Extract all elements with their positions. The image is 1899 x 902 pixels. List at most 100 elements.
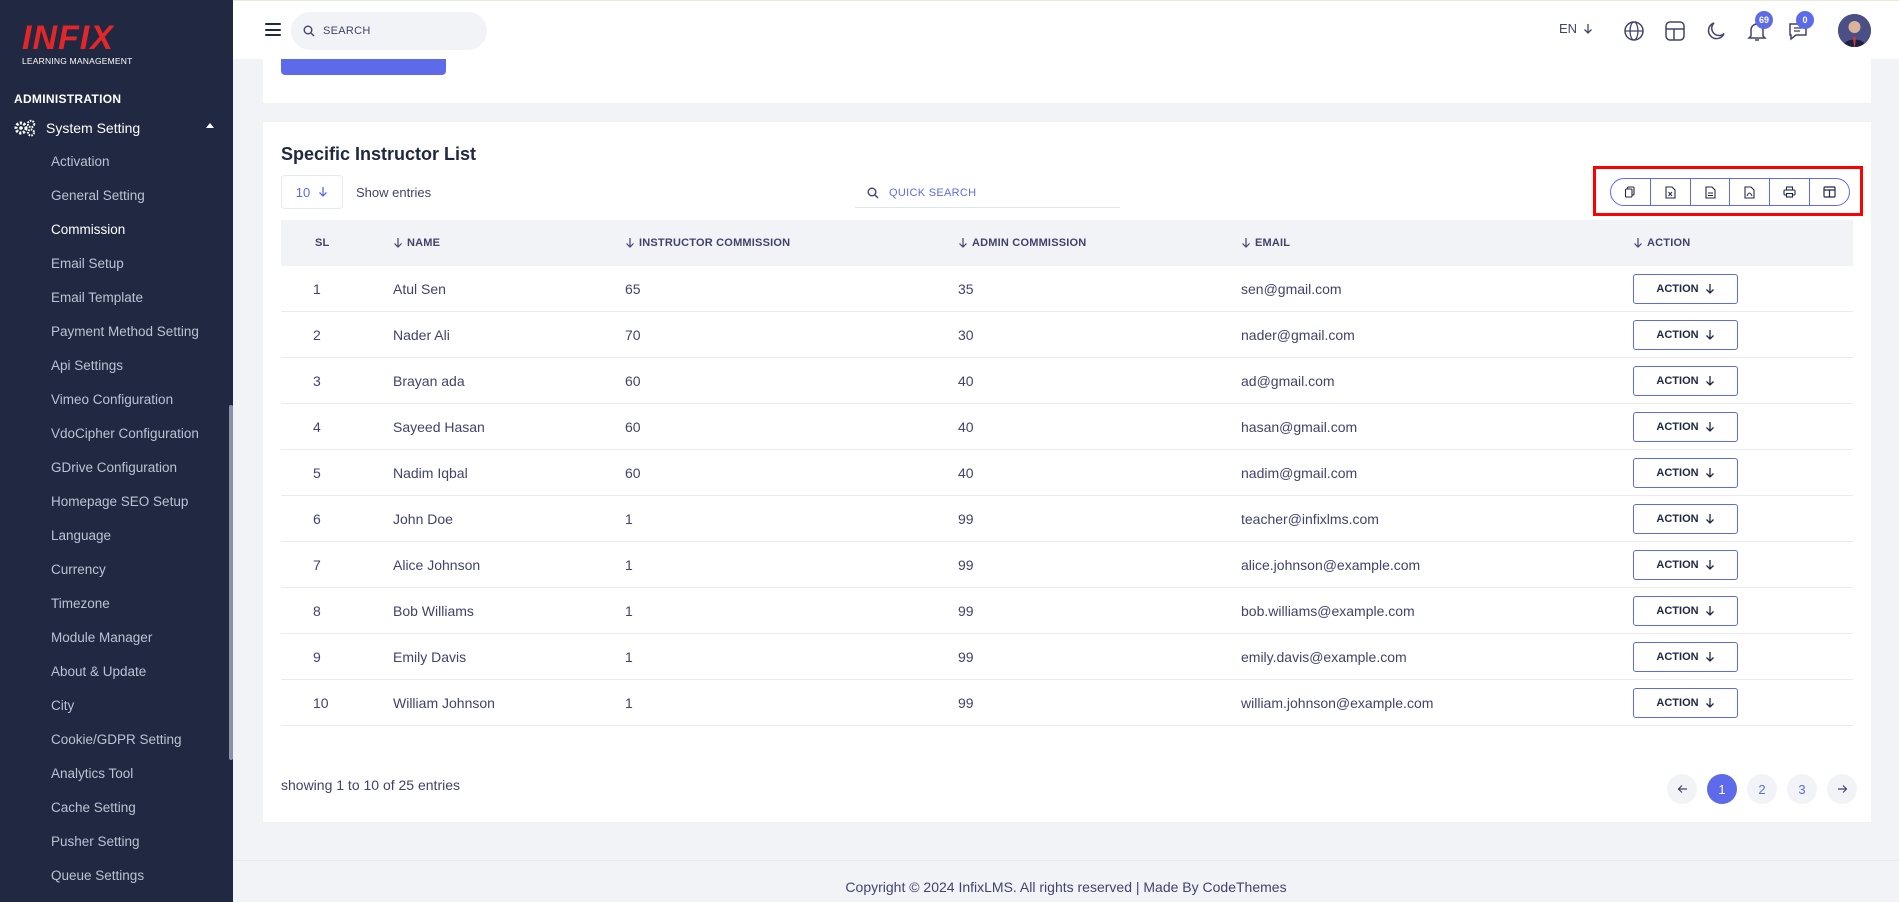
sidebar-item-language[interactable]: Language: [51, 524, 231, 558]
entries-label: Show entries: [356, 184, 432, 200]
sidebar-item-about-update[interactable]: About & Update: [51, 660, 231, 694]
row-action-label: ACTION: [1656, 696, 1699, 709]
sidebar-item-cookie-gdpr[interactable]: Cookie/GDPR Setting: [51, 728, 231, 762]
pagination: 1 2 3: [1667, 774, 1857, 804]
row-action-button[interactable]: ACTION: [1633, 365, 1738, 396]
arrow-down-icon: [1705, 329, 1714, 340]
menu-toggle-icon[interactable]: [265, 23, 281, 36]
col-action[interactable]: ACTION: [1633, 237, 1853, 249]
cell-sl: 1: [313, 280, 321, 297]
sidebar-item-activation[interactable]: Activation: [51, 150, 231, 184]
col-email[interactable]: EMAIL: [1241, 237, 1633, 249]
next-page-button[interactable]: [1827, 774, 1857, 804]
sidebar-item-homepage-seo[interactable]: Homepage SEO Setup: [51, 490, 231, 524]
cell-sl: 7: [313, 556, 321, 573]
sidebar-item-email-template[interactable]: Email Template: [51, 286, 231, 320]
print-button[interactable]: [1770, 179, 1811, 205]
sidebar-scrollbar[interactable]: [229, 405, 233, 760]
sidebar-item-api-settings[interactable]: Api Settings: [51, 354, 231, 388]
sidebar-item-email-setup[interactable]: Email Setup: [51, 252, 231, 286]
quick-search-input[interactable]: QUICK SEARCH: [855, 178, 1120, 208]
row-action-button[interactable]: ACTION: [1633, 549, 1738, 580]
app-logo[interactable]: INFIX LEARNING MANAGEMENT: [22, 20, 142, 70]
prev-page-button[interactable]: [1667, 774, 1697, 804]
arrow-down-icon: [1584, 23, 1593, 34]
cell-email: nader@gmail.com: [1241, 326, 1355, 343]
sidebar-item-cache-setting[interactable]: Cache Setting: [51, 796, 231, 830]
cell-action: ACTION: [1633, 365, 1853, 396]
sidebar-item-vdocipher[interactable]: VdoCipher Configuration: [51, 422, 231, 456]
col-name[interactable]: NAME: [393, 237, 625, 249]
sidebar-item-queue-settings[interactable]: Queue Settings: [51, 864, 231, 898]
cell-action: ACTION: [1633, 457, 1853, 488]
row-action-label: ACTION: [1656, 282, 1699, 295]
sidebar-item-city[interactable]: City: [51, 694, 231, 728]
sidebar-item-vimeo[interactable]: Vimeo Configuration: [51, 388, 231, 422]
notifications-button[interactable]: 69: [1745, 11, 1773, 43]
caret-up-icon: [206, 123, 214, 128]
table-row: 1 Atul Sen 65 35 sen@gmail.com ACTION: [281, 266, 1853, 312]
table-row: 2 Nader Ali 70 30 nader@gmail.com ACTION: [281, 312, 1853, 358]
sidebar-item-timezone[interactable]: Timezone: [51, 592, 231, 626]
row-action-button[interactable]: ACTION: [1633, 687, 1738, 718]
global-search[interactable]: SEARCH: [291, 12, 487, 50]
row-action-button[interactable]: ACTION: [1633, 641, 1738, 672]
user-avatar[interactable]: [1838, 14, 1871, 47]
cell-action: ACTION: [1633, 319, 1853, 350]
col-admin-commission[interactable]: ADMIN COMMISSION: [958, 237, 1241, 249]
cell-name: Nadim Iqbal: [393, 464, 468, 481]
col-sl[interactable]: SL: [281, 237, 393, 249]
globe-icon[interactable]: [1622, 19, 1646, 43]
cell-admin-commission: 35: [958, 280, 974, 297]
col-admin-commission-label: ADMIN COMMISSION: [972, 237, 1087, 249]
sort-arrow-icon: [1242, 238, 1250, 248]
layout-icon[interactable]: [1663, 19, 1687, 43]
submit-button[interactable]: [281, 59, 446, 75]
moon-icon[interactable]: [1704, 19, 1728, 43]
cell-email: ad@gmail.com: [1241, 372, 1335, 389]
messages-button[interactable]: 0: [1786, 11, 1814, 43]
cell-name: Atul Sen: [393, 280, 446, 297]
excel-export-button[interactable]: [1651, 179, 1691, 205]
row-action-label: ACTION: [1656, 374, 1699, 387]
cell-email: hasan@gmail.com: [1241, 418, 1358, 435]
sidebar-item-module-manager[interactable]: Module Manager: [51, 626, 231, 660]
cell-action: ACTION: [1633, 273, 1853, 304]
entries-select[interactable]: 10: [281, 175, 343, 209]
row-action-button[interactable]: ACTION: [1633, 503, 1738, 534]
table-row: 9 Emily Davis 1 99 emily.davis@example.com AC…: [281, 634, 1853, 680]
settings-card: [263, 59, 1871, 103]
sort-arrow-icon: [394, 238, 402, 248]
gears-icon: [14, 119, 36, 137]
cell-admin-commission: 30: [958, 326, 974, 343]
cell-admin-commission: 99: [958, 694, 974, 711]
instructor-list-card: Specific Instructor List 10 Show entries…: [263, 122, 1871, 822]
sidebar-item-payment-method[interactable]: Payment Method Setting: [51, 320, 231, 354]
entries-control: 10 Show entries: [281, 175, 431, 209]
col-instructor-commission[interactable]: INSTRUCTOR COMMISSION: [625, 237, 958, 249]
page-2-button[interactable]: 2: [1747, 774, 1777, 804]
row-action-button[interactable]: ACTION: [1633, 457, 1738, 488]
sidebar-item-commission[interactable]: Commission: [51, 218, 231, 252]
sidebar-item-system-setting[interactable]: System Setting: [14, 117, 214, 139]
sidebar-item-gdrive[interactable]: GDrive Configuration: [51, 456, 231, 490]
sidebar-item-analytics-tool[interactable]: Analytics Tool: [51, 762, 231, 796]
arrow-down-icon: [1705, 559, 1714, 570]
cell-instructor-commission: 1: [625, 510, 633, 527]
row-action-button[interactable]: ACTION: [1633, 411, 1738, 442]
sidebar-item-currency[interactable]: Currency: [51, 558, 231, 592]
page-3-button[interactable]: 3: [1787, 774, 1817, 804]
column-visibility-button[interactable]: [1810, 179, 1849, 205]
cell-admin-commission: 40: [958, 372, 974, 389]
sidebar-item-pusher-setting[interactable]: Pusher Setting: [51, 830, 231, 864]
pdf-export-button[interactable]: [1730, 179, 1771, 205]
sidebar-item-general-setting[interactable]: General Setting: [51, 184, 231, 218]
cell-instructor-commission: 60: [625, 464, 641, 481]
row-action-button[interactable]: ACTION: [1633, 595, 1738, 626]
page-1-button[interactable]: 1: [1707, 774, 1737, 804]
row-action-button[interactable]: ACTION: [1633, 273, 1738, 304]
row-action-button[interactable]: ACTION: [1633, 319, 1738, 350]
language-selector[interactable]: EN: [1559, 21, 1593, 36]
csv-export-button[interactable]: [1691, 179, 1731, 205]
copy-button[interactable]: [1611, 179, 1651, 205]
